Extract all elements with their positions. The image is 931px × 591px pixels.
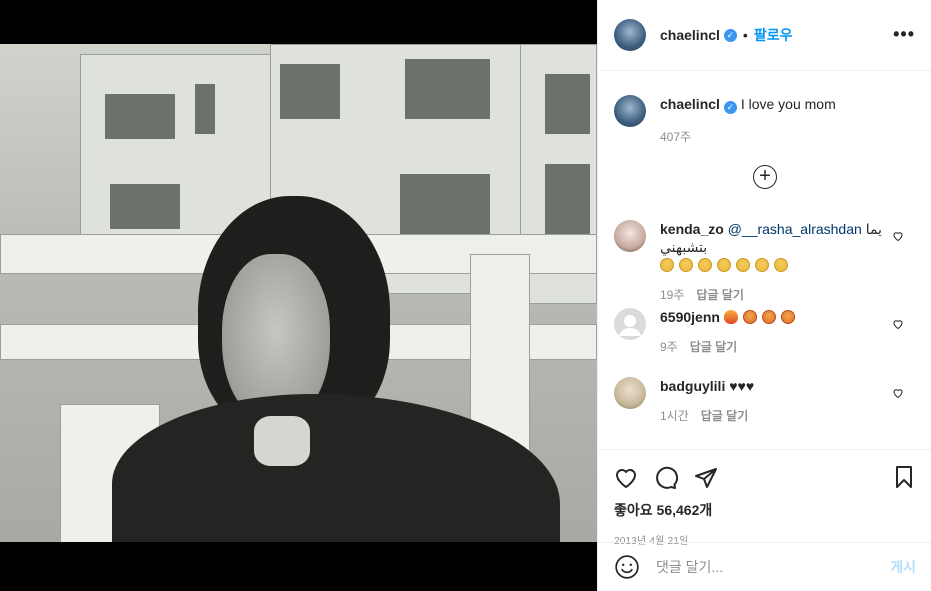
media-area (0, 0, 597, 591)
comment-username[interactable]: 6590jenn (660, 309, 720, 325)
like-comment-heart-icon[interactable] (892, 230, 904, 242)
author-avatar[interactable] (614, 19, 646, 51)
post-photo[interactable] (0, 44, 597, 542)
comment-meta: 9주 답글 달기 (660, 338, 916, 355)
comment-mention[interactable]: @__rasha_alrashdan (728, 221, 862, 237)
like-heart-icon[interactable] (614, 466, 638, 490)
comment-username[interactable]: badguylili (660, 378, 725, 394)
comment-time[interactable]: 1시간 (660, 409, 689, 423)
caption: chaelincl ✓ I love you mom 407주 (614, 95, 916, 145)
reply-button[interactable]: 답글 달기 (690, 340, 738, 354)
post-comment-button[interactable]: 게시 (890, 557, 916, 577)
commenter-avatar[interactable] (614, 377, 646, 409)
author-username[interactable]: chaelincl (660, 27, 720, 43)
caption-text: I love you mom (740, 96, 836, 112)
comment-body: 6590jenn 9주 답글 달기 (660, 308, 916, 355)
caption-avatar[interactable] (614, 95, 646, 127)
building-window (545, 74, 590, 134)
laughing-emoji-icon (660, 258, 674, 272)
comment-text-line: 6590jenn (660, 308, 916, 326)
comment-body: badguylili ♥♥♥ 1시간 답글 달기 (660, 377, 916, 424)
building-window (280, 64, 340, 119)
action-icon-row (614, 458, 916, 498)
building-window (405, 59, 490, 119)
reply-button[interactable]: 답글 달기 (701, 409, 749, 423)
laughing-emoji-icon (679, 258, 693, 272)
star-struck-emoji-icon (761, 310, 776, 324)
follow-button[interactable]: 팔로우 (754, 25, 793, 45)
default-avatar-icon (619, 315, 641, 336)
caption-text-line: chaelincl ✓ I love you mom (660, 95, 916, 114)
verified-badge-icon: ✓ (723, 101, 737, 114)
comment-bubble-icon[interactable] (654, 466, 678, 490)
post-actions: 좋아요 56,462개 2013년 4월 21일 (598, 449, 931, 547)
building-window (110, 184, 180, 229)
verified-badge-icon: ✓ (723, 28, 737, 42)
comment-text-line: badguylili ♥♥♥ (660, 377, 916, 395)
post-header: chaelincl ✓ • 팔로우 ••• (598, 0, 931, 71)
comment-input[interactable] (656, 559, 891, 575)
save-bookmark-icon[interactable] (892, 465, 916, 489)
building-window (105, 94, 175, 139)
action-icons-left (614, 466, 718, 490)
laughing-emoji-icon (736, 258, 750, 272)
separator-dot: • (742, 27, 748, 43)
commenter-avatar[interactable] (614, 220, 646, 252)
add-comment-bar: 게시 (598, 542, 931, 591)
laughing-emoji-icon (774, 258, 788, 272)
comment-body: kenda_zo @__rasha_alrashdan يما بتشبهني … (660, 220, 916, 303)
emoji-smiley-icon[interactable] (614, 554, 640, 580)
caption-meta: 407주 (660, 128, 916, 145)
comment-item: 6590jenn 9주 답글 달기 (614, 308, 916, 355)
action-icons-right (892, 465, 916, 492)
star-struck-emoji-icon (742, 310, 757, 324)
like-comment-heart-icon[interactable] (892, 387, 904, 399)
star-struck-emoji-icon (780, 310, 795, 324)
post-modal: chaelincl ✓ • 팔로우 ••• chaelincl ✓ I love … (0, 0, 931, 591)
comment-item: kenda_zo @__rasha_alrashdan يما بتشبهني … (614, 220, 916, 303)
building-window (400, 174, 490, 234)
laughing-emoji-icon (717, 258, 731, 272)
comment-text-line: kenda_zo @__rasha_alrashdan يما بتشبهني (660, 220, 916, 256)
comment-meta: 19주 답글 달기 (660, 286, 916, 303)
caption-username[interactable]: chaelincl (660, 96, 720, 112)
building-window (545, 164, 590, 234)
share-paper-plane-icon[interactable] (694, 466, 718, 490)
likes-count[interactable]: 좋아요 56,462개 (614, 500, 916, 520)
comment-meta: 1시간 답글 달기 (660, 407, 916, 424)
comments-section[interactable]: chaelincl ✓ I love you mom 407주 + kenda_z… (598, 71, 931, 448)
caption-body: chaelincl ✓ I love you mom 407주 (660, 95, 916, 145)
comment-item: badguylili ♥♥♥ 1시간 답글 달기 (614, 377, 916, 424)
comment-time[interactable]: 9주 (660, 340, 678, 354)
caption-time[interactable]: 407주 (660, 130, 691, 144)
laughing-emoji-icon (698, 258, 712, 272)
commenter-avatar[interactable] (614, 308, 646, 340)
comment-time[interactable]: 19주 (660, 288, 684, 302)
like-comment-heart-icon[interactable] (892, 318, 904, 330)
post-side-panel: chaelincl ✓ • 팔로우 ••• chaelincl ✓ I love … (597, 0, 931, 591)
comment-emoji-row (660, 256, 916, 274)
load-more-comments-icon[interactable]: + (753, 165, 777, 189)
laughing-emoji-icon (755, 258, 769, 272)
more-options-icon[interactable]: ••• (893, 24, 915, 45)
reply-button[interactable]: 답글 달기 (696, 288, 744, 302)
comment-username[interactable]: kenda_zo (660, 221, 724, 237)
fire-emoji-icon (723, 310, 738, 324)
building-window (195, 84, 215, 134)
person-collar (254, 416, 310, 466)
comment-text: ♥♥♥ (729, 378, 755, 394)
